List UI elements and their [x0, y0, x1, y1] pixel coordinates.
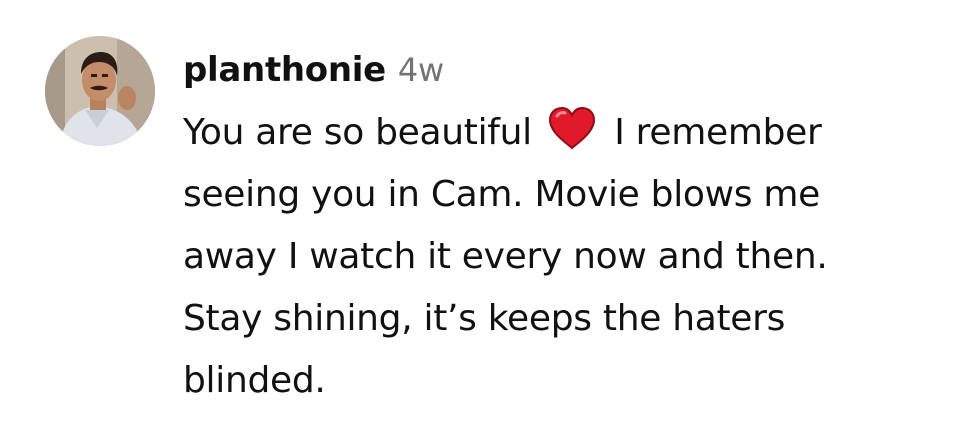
heart-icon — [547, 106, 597, 150]
comment-text-line: Stay shining, it’s keeps the haters — [183, 298, 786, 339]
comment-body: planthonie 4w You are so beautiful I rem… — [183, 44, 973, 412]
comment-text-line: away I watch it every now and then. — [183, 236, 828, 277]
comment: planthonie 4w You are so beautiful I rem… — [0, 0, 980, 433]
comment-text-segment: I remember — [614, 112, 822, 153]
comment-text-line: You are so beautiful I remember — [183, 102, 973, 164]
comment-text-segment: You are so beautiful — [183, 112, 532, 153]
avatar-image — [45, 36, 155, 146]
comment-header: planthonie 4w — [183, 44, 973, 100]
comment-text: You are so beautiful I remember seeing y… — [183, 102, 973, 412]
avatar[interactable] — [45, 36, 155, 146]
comment-text-line: seeing you in Cam. Movie blows me — [183, 174, 820, 215]
comment-text-line: blinded. — [183, 360, 326, 401]
timestamp[interactable]: 4w — [398, 44, 444, 96]
username-link[interactable]: planthonie — [183, 44, 386, 96]
